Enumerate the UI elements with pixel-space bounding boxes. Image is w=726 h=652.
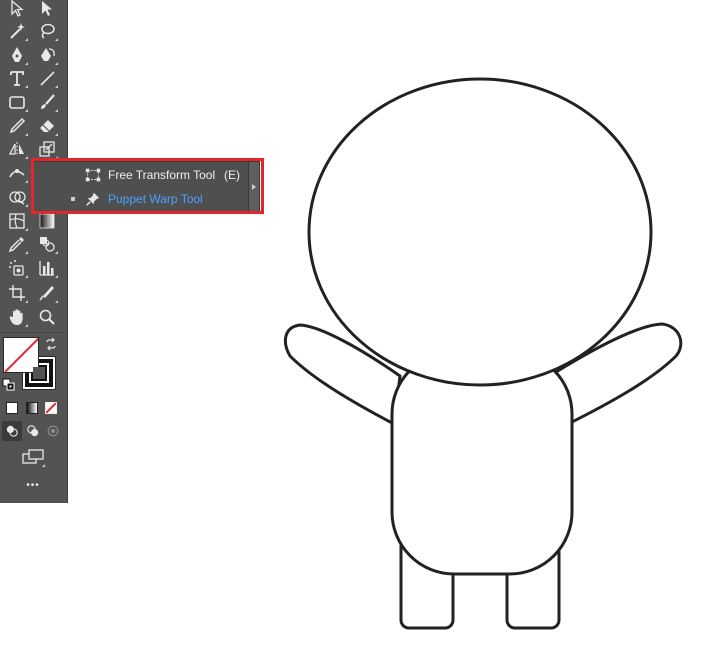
scale-icon <box>39 141 55 157</box>
magic-wand-tool[interactable] <box>5 20 29 42</box>
curvature-tool[interactable] <box>35 44 59 66</box>
width-tool[interactable] <box>5 162 29 184</box>
draw-normal-icon <box>6 425 18 437</box>
flyout-item-shortcut: (E) <box>224 168 240 182</box>
draw-behind-icon <box>27 425 39 437</box>
curvature-pen-icon <box>41 48 55 61</box>
flyout-item-puppet-warp[interactable]: Puppet Warp Tool <box>34 187 249 211</box>
draw-behind-button[interactable] <box>23 421 43 441</box>
scale-tool[interactable] <box>35 138 59 160</box>
paintbrush-tool[interactable] <box>35 91 59 113</box>
swap-fill-stroke-icon[interactable] <box>44 337 58 351</box>
artboard-tool[interactable] <box>5 282 29 304</box>
reflect-tool[interactable] <box>5 138 29 160</box>
mesh-icon <box>9 213 25 229</box>
symbol-sprayer-tool[interactable] <box>5 257 29 279</box>
toolbar-divider <box>0 332 67 333</box>
tear-off-flyout-button[interactable] <box>248 162 259 212</box>
artboard-canvas[interactable] <box>0 0 726 652</box>
eraser-tool[interactable] <box>35 115 59 137</box>
line-segment-icon <box>40 71 55 86</box>
draw-normal-button[interactable] <box>2 421 22 441</box>
flyout-item-label: Puppet Warp Tool <box>108 192 203 206</box>
shape-builder-tool[interactable] <box>5 186 29 208</box>
column-graph-icon <box>39 261 54 276</box>
edit-toolbar-button[interactable]: ••• <box>20 480 46 491</box>
default-fill-stroke-icon[interactable] <box>2 378 16 392</box>
shaper-tool[interactable] <box>5 115 29 137</box>
flyout-item-free-transform[interactable]: Free Transform Tool (E) <box>34 163 249 187</box>
head[interactable] <box>307 77 653 387</box>
puppet-warp-icon <box>86 192 100 206</box>
type-icon <box>10 71 24 86</box>
selection-arrow-icon <box>11 0 24 17</box>
artboard-icon <box>9 285 25 301</box>
hand-icon <box>9 309 23 325</box>
rectangle-tool[interactable] <box>5 91 29 113</box>
rectangle-icon <box>9 96 25 109</box>
color-mode-button[interactable] <box>6 402 18 414</box>
eraser-icon <box>40 120 54 132</box>
zoom-tool[interactable] <box>35 306 59 328</box>
tools-panel: ••• <box>0 0 68 503</box>
shape-builder-icon <box>9 191 26 205</box>
width-icon <box>9 169 25 178</box>
selection-tool[interactable] <box>5 0 29 19</box>
lasso-icon <box>41 23 55 39</box>
lasso-tool[interactable] <box>35 20 59 42</box>
slice-tool[interactable] <box>35 282 59 304</box>
blend-icon <box>40 237 55 252</box>
eyedropper-icon <box>8 237 24 253</box>
type-tool[interactable] <box>5 67 29 89</box>
screen-mode-button[interactable] <box>20 446 46 468</box>
free-transform-icon <box>85 168 101 182</box>
gradient-mode-button[interactable] <box>26 402 38 414</box>
gradient-tool[interactable] <box>35 210 59 232</box>
magic-wand-icon <box>10 23 25 39</box>
paintbrush-icon <box>41 94 55 109</box>
symbol-sprayer-icon <box>9 260 24 276</box>
blend-tool[interactable] <box>35 233 59 255</box>
draw-inside-icon <box>47 425 59 437</box>
tool-flyout-menu: Free Transform Tool (E) Puppet Warp Tool <box>33 161 260 213</box>
hand-tool[interactable] <box>5 306 29 328</box>
direct-selection-icon <box>42 1 52 16</box>
direct-selection-tool[interactable] <box>35 0 59 19</box>
column-graph-tool[interactable] <box>35 257 59 279</box>
none-mode-button[interactable] <box>45 402 57 414</box>
draw-inside-button[interactable] <box>43 421 63 441</box>
slice-knife-icon <box>39 286 54 301</box>
pen-icon <box>12 47 22 62</box>
pencil-icon <box>9 117 26 134</box>
line-segment-tool[interactable] <box>35 67 59 89</box>
reflect-icon <box>8 142 24 156</box>
flyout-item-label: Free Transform Tool <box>108 168 216 182</box>
eyedropper-tool[interactable] <box>5 233 29 255</box>
screen-mode-icon <box>22 449 44 464</box>
magnifier-icon <box>39 309 55 325</box>
pen-tool[interactable] <box>5 44 29 66</box>
mesh-tool[interactable] <box>5 210 29 232</box>
gradient-icon <box>39 213 55 229</box>
current-tool-indicator <box>71 197 75 201</box>
